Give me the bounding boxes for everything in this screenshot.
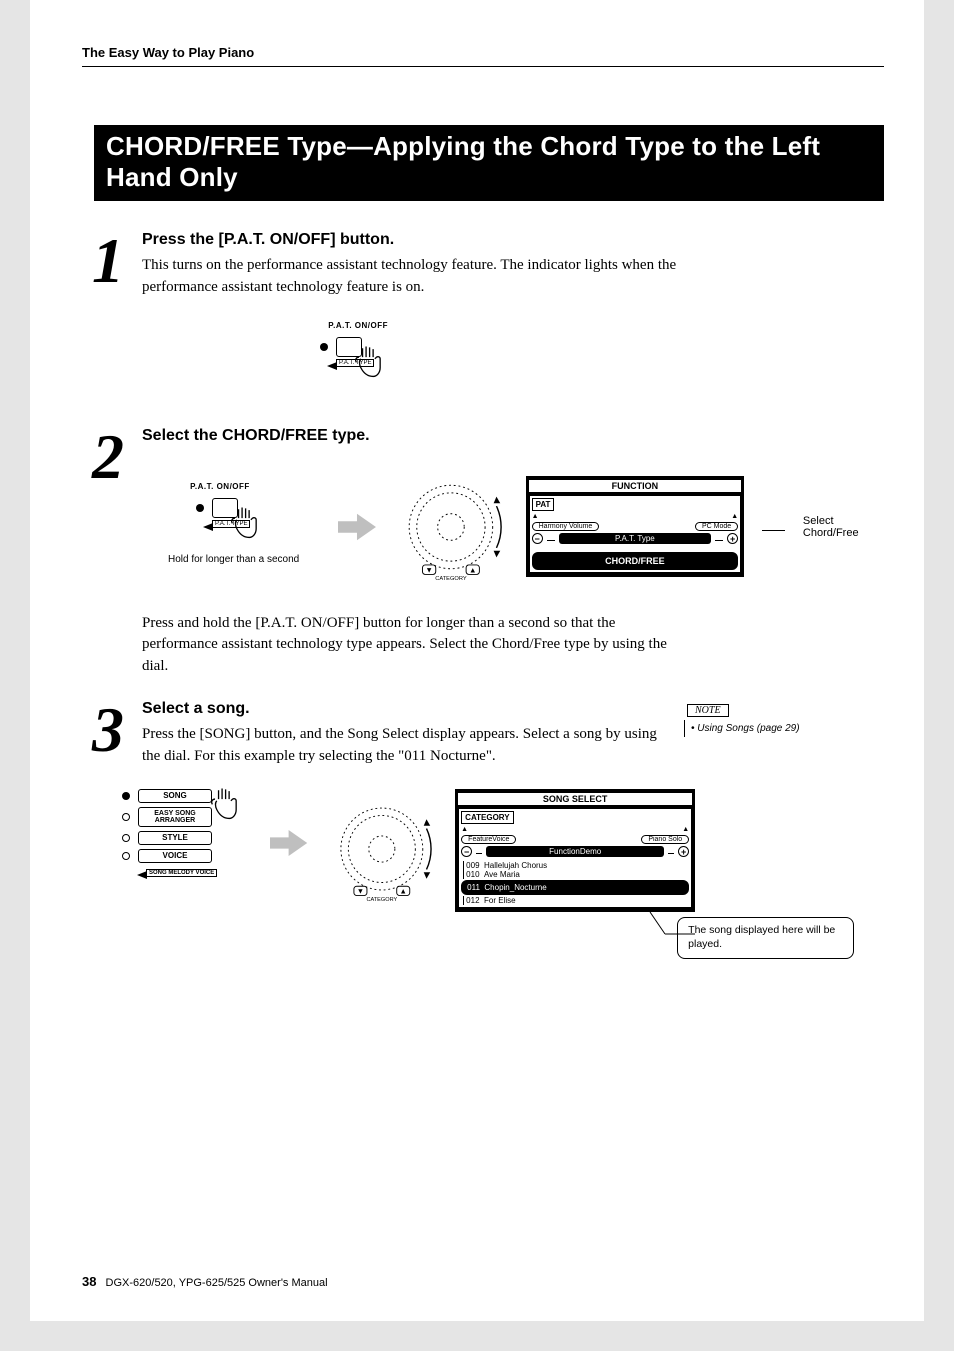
song-melody-voice-flag: SONG MELODY VOICE [146, 869, 217, 877]
lcd-pill-right: PC Mode [695, 522, 738, 531]
pat-onoff-label: P.A.T. ON/OFF [168, 482, 320, 491]
step-body: Select a song. Press the [SONG] button, … [142, 700, 884, 965]
callout-connector [762, 530, 785, 531]
step-text: Press the [SONG] button, and the Song Se… [142, 724, 662, 768]
press-hand-icon [208, 785, 252, 829]
lcd-tag: CATEGORY [461, 811, 513, 824]
step-title: Select the CHORD/FREE type. [142, 427, 888, 445]
step3-illustration: SONG EASY SONG ARRANGER STYLE [142, 789, 854, 958]
lcd-title: SONG SELECT [458, 793, 692, 805]
callout-connector [455, 912, 695, 942]
step-2: 2 Select the CHORD/FREE type. P.A.T. ON/… [82, 427, 884, 678]
callout-select-chordfree: Select Chord/Free [803, 515, 888, 539]
hold-instruction: Hold for longer than a second [168, 554, 299, 565]
callout-song-displayed: The song displayed here will be played. [677, 917, 854, 958]
pat-onoff-label: P.A.T. ON/OFF [292, 321, 402, 330]
list-item-selected: 011 Chopin_Nocturne [461, 880, 689, 895]
note-box: NOTE • Using Songs (page 29) [684, 704, 854, 737]
page: The Easy Way to Play Piano CHORD/FREE Ty… [30, 0, 924, 1321]
step-text: This turns on the performance assistant … [142, 255, 682, 299]
dial-category-label: CATEGORY [435, 576, 467, 582]
step-body: Select the CHORD/FREE type. P.A.T. ON/OF… [142, 427, 918, 678]
arrow-right-icon [338, 513, 376, 541]
section-title-bar: CHORD/FREE Type—Applying the Chord Type … [94, 125, 884, 201]
step-1: 1 Press the [P.A.T. ON/OFF] button. This… [82, 231, 884, 407]
step-number: 1 [92, 239, 142, 407]
lcd-selected-value: CHORD/FREE [532, 552, 739, 570]
plus-icon: + [727, 533, 738, 544]
lcd-pill-left: Harmony Volume [532, 522, 600, 531]
lcd-tag: PAT [532, 498, 555, 511]
lcd-song-select-screen: SONG SELECT CATEGORY ▲▲ FeatureVoice Pia… [455, 789, 695, 912]
step-number: 2 [92, 435, 142, 678]
svg-text:▲: ▲ [469, 565, 477, 574]
list-item: 010 Ave Maria [463, 870, 689, 879]
lcd-title: FUNCTION [529, 480, 742, 492]
lcd-bar-label: FunctionDemo [486, 846, 664, 857]
step2-illustration: P.A.T. ON/OFF P.A.T. TYPE Hold for longe… [142, 467, 888, 587]
style-button: STYLE [138, 831, 212, 845]
step-body: Press the [P.A.T. ON/OFF] button. This t… [142, 231, 884, 407]
lcd-pill-right: Piano Solo [641, 835, 689, 844]
voice-button: VOICE [138, 849, 212, 863]
lcd-bar-label: P.A.T. Type [559, 533, 712, 544]
jog-dial-diagram: ▼ ▲ CATEGORY [394, 467, 508, 587]
indicator-led-icon [320, 343, 328, 351]
minus-icon: − [532, 533, 543, 544]
page-footer: 38 DGX-620/520, YPG-625/525 Owner's Manu… [82, 1274, 328, 1289]
minus-icon: − [461, 846, 472, 857]
led-off-icon [122, 852, 130, 860]
lcd-function-screen: FUNCTION PAT ▲ ▲ Harmony Volume [526, 476, 745, 577]
indicator-led-icon [196, 504, 204, 512]
step-text-after: Press and hold the [P.A.T. ON/OFF] butto… [142, 613, 682, 678]
list-item: 012 For Elise [463, 896, 689, 905]
svg-text:▼: ▼ [425, 565, 433, 574]
note-label: NOTE [684, 704, 732, 717]
step1-illustration: P.A.T. ON/OFF P.A.T. TYPE [292, 321, 854, 401]
press-hand-icon [228, 504, 272, 548]
list-item: 009 Hallelujah Chorus [463, 861, 689, 870]
song-buttons-diagram: SONG EASY SONG ARRANGER STYLE [122, 789, 252, 877]
step-title: Select a song. [142, 700, 666, 718]
manual-title: DGX-620/520, YPG-625/525 Owner's Manual [106, 1277, 328, 1289]
arrow-right-icon [270, 829, 307, 857]
svg-text:▲: ▲ [399, 887, 406, 896]
led-on-icon [122, 792, 130, 800]
svg-text:▼: ▼ [356, 887, 363, 896]
breadcrumb: The Easy Way to Play Piano [82, 45, 884, 67]
jog-dial-diagram: ▼ ▲ CATEGORY [326, 789, 438, 909]
easy-song-button: EASY SONG ARRANGER [138, 807, 212, 827]
plus-icon: + [678, 846, 689, 857]
page-number: 38 [82, 1274, 96, 1289]
pat-button-diagram: P.A.T. ON/OFF P.A.T. TYPE Hold for longe… [168, 482, 320, 572]
song-button: SONG [138, 789, 212, 803]
press-hand-icon [352, 343, 396, 387]
svg-text:CATEGORY: CATEGORY [366, 897, 397, 903]
led-off-icon [122, 813, 130, 821]
led-off-icon [122, 834, 130, 842]
step-3: 3 Select a song. Press the [SONG] button… [82, 700, 884, 965]
song-list: 009 Hallelujah Chorus 010 Ave Maria 011 … [461, 861, 689, 905]
note-text: • Using Songs (page 29) [684, 720, 854, 737]
pat-button-diagram: P.A.T. ON/OFF P.A.T. TYPE [292, 321, 402, 401]
lcd-pill-left: FeatureVoice [461, 835, 516, 844]
step-title: Press the [P.A.T. ON/OFF] button. [142, 231, 854, 249]
